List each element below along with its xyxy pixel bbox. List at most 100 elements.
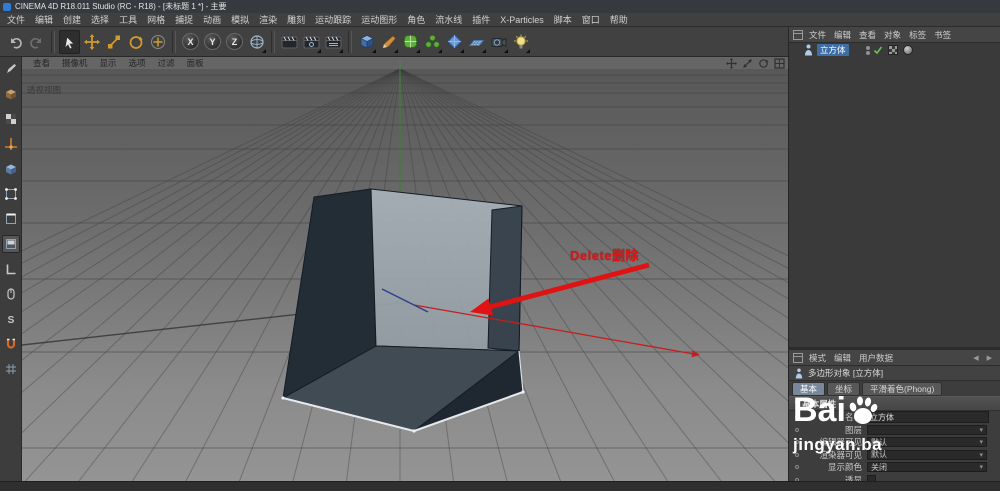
keyframe-dot-icon[interactable] [795, 427, 799, 432]
vp-menu-panel[interactable]: 面板 [182, 57, 209, 69]
points-mode-icon[interactable] [2, 185, 20, 203]
quantize-grid-icon[interactable] [2, 360, 20, 378]
pan-view-icon[interactable] [726, 57, 737, 69]
menu-animate[interactable]: 动画 [198, 13, 226, 26]
polygons-mode-icon[interactable] [1, 235, 20, 253]
menu-render[interactable]: 渲染 [254, 13, 282, 26]
uvw-tag-icon[interactable] [887, 45, 898, 55]
menu-pipeline[interactable]: 流水线 [430, 13, 467, 26]
array-generator-icon[interactable] [422, 30, 443, 54]
scale-tool-icon[interactable] [103, 30, 124, 54]
om-menu-object[interactable]: 对象 [880, 29, 905, 41]
coordinate-system-icon[interactable] [246, 30, 267, 54]
render-visibility-dropdown[interactable]: 默认 ▾ [867, 449, 987, 460]
render-settings-icon[interactable] [323, 30, 344, 54]
undo-icon[interactable] [4, 30, 25, 54]
viewport-view-label[interactable]: 透视视图 [27, 84, 61, 96]
vp-menu-camera[interactable]: 摄像机 [57, 57, 93, 69]
menu-edit[interactable]: 编辑 [30, 13, 58, 26]
tab-basic[interactable]: 基本 [792, 381, 826, 396]
keyframe-dot-icon[interactable] [795, 452, 799, 457]
live-selection-icon[interactable] [59, 29, 80, 54]
panel-icon[interactable] [793, 352, 803, 363]
rotate-view-icon[interactable] [758, 58, 769, 69]
om-menu-tags[interactable]: 标签 [905, 29, 930, 41]
am-menu-userdata[interactable]: 用户数据 [855, 352, 897, 364]
axis-mode-icon[interactable] [2, 135, 20, 153]
section-basic-properties[interactable]: ▾ 基本属性 [789, 396, 1000, 411]
camera-icon[interactable] [488, 30, 509, 54]
model-mode-icon[interactable] [2, 85, 20, 103]
object-mode-icon[interactable] [2, 160, 20, 178]
display-color-dropdown[interactable]: 关闭 ▾ [867, 462, 987, 473]
make-editable-icon[interactable] [2, 60, 20, 78]
menu-sculpt[interactable]: 雕刻 [282, 13, 310, 26]
z-axis-lock-icon[interactable]: Z [224, 30, 245, 54]
last-tool-icon[interactable] [147, 30, 168, 54]
render-to-picture-viewer-icon[interactable] [301, 30, 322, 54]
name-field[interactable] [867, 411, 989, 424]
menu-mesh[interactable]: 网格 [142, 13, 170, 26]
vp-menu-filter[interactable]: 过滤 [153, 57, 180, 69]
editor-visibility-dropdown[interactable]: 默认 ▾ [867, 437, 987, 448]
menu-help[interactable]: 帮助 [605, 13, 633, 26]
menu-snap[interactable]: 捕捉 [170, 13, 198, 26]
object-row-cube[interactable]: 立方体 [789, 43, 1000, 57]
floor-icon[interactable] [466, 30, 487, 54]
menu-motion-tracker[interactable]: 运动跟踪 [310, 13, 356, 26]
menu-file[interactable]: 文件 [2, 13, 30, 26]
platonic-icon[interactable] [444, 30, 465, 54]
am-nav-back-icon[interactable]: ◀ [969, 354, 982, 362]
visibility-toggle-icons[interactable] [865, 45, 870, 55]
keyframe-dot-icon[interactable] [795, 440, 799, 445]
keyframe-dot-icon[interactable] [795, 465, 799, 470]
tab-phong[interactable]: 平滑着色(Phong) [862, 381, 943, 396]
move-tool-icon[interactable] [81, 30, 102, 54]
om-menu-edit[interactable]: 编辑 [830, 29, 855, 41]
menu-window[interactable]: 窗口 [577, 13, 605, 26]
tab-coordinates[interactable]: 坐标 [827, 381, 861, 396]
om-menu-view[interactable]: 查看 [855, 29, 880, 41]
workplane-mode-icon[interactable] [2, 260, 20, 278]
menu-script[interactable]: 脚本 [549, 13, 577, 26]
render-view-icon[interactable] [279, 30, 300, 54]
vp-menu-options[interactable]: 选项 [124, 57, 151, 69]
x-axis-lock-icon[interactable]: X [180, 30, 201, 54]
am-menu-edit[interactable]: 编辑 [830, 352, 855, 364]
viewport-solo-icon[interactable] [2, 285, 20, 303]
toggle-view-icon[interactable] [774, 57, 785, 69]
edges-mode-icon[interactable] [2, 210, 20, 228]
am-nav-forward-icon[interactable]: ▶ [983, 354, 996, 362]
vp-menu-display[interactable]: 显示 [95, 57, 122, 69]
magnet-tool-icon[interactable] [2, 335, 20, 353]
section-collapse-icon[interactable]: ▾ [795, 398, 799, 409]
menu-create[interactable]: 创建 [58, 13, 86, 26]
phong-tag-icon[interactable] [902, 45, 913, 55]
menu-character[interactable]: 角色 [402, 13, 430, 26]
menu-xparticles[interactable]: X-Particles [495, 15, 549, 25]
subdivision-surface-icon[interactable] [400, 30, 421, 54]
menu-mograph[interactable]: 运动图形 [356, 13, 402, 26]
light-icon[interactable] [510, 30, 531, 54]
zoom-view-icon[interactable] [742, 58, 753, 69]
vp-menu-view[interactable]: 查看 [28, 57, 55, 69]
layer-dropdown[interactable]: ▾ [867, 424, 987, 435]
menu-plugins[interactable]: 插件 [467, 13, 495, 26]
keyframe-dot-icon[interactable] [795, 415, 799, 420]
timeline-bar[interactable] [0, 481, 1000, 491]
menu-simulate[interactable]: 模拟 [226, 13, 254, 26]
om-menu-bookmarks[interactable]: 书签 [930, 29, 955, 41]
object-list[interactable]: 立方体 [789, 43, 1000, 347]
om-menu-file[interactable]: 文件 [805, 29, 830, 41]
redo-icon[interactable] [26, 30, 47, 54]
am-menu-mode[interactable]: 模式 [805, 352, 830, 364]
cube-primitive-icon[interactable] [356, 30, 377, 54]
spline-pen-icon[interactable] [378, 30, 399, 54]
rotate-tool-icon[interactable] [125, 30, 146, 54]
snap-icon[interactable]: S [2, 310, 20, 328]
viewport-canvas[interactable]: 查看 摄像机 显示 选项 过滤 面板 透视视图 Delete删除 [22, 57, 788, 481]
enable-check-icon[interactable] [873, 45, 883, 55]
y-axis-lock-icon[interactable]: Y [202, 30, 223, 54]
menu-tools[interactable]: 工具 [114, 13, 142, 26]
texture-mode-icon[interactable] [2, 110, 20, 128]
